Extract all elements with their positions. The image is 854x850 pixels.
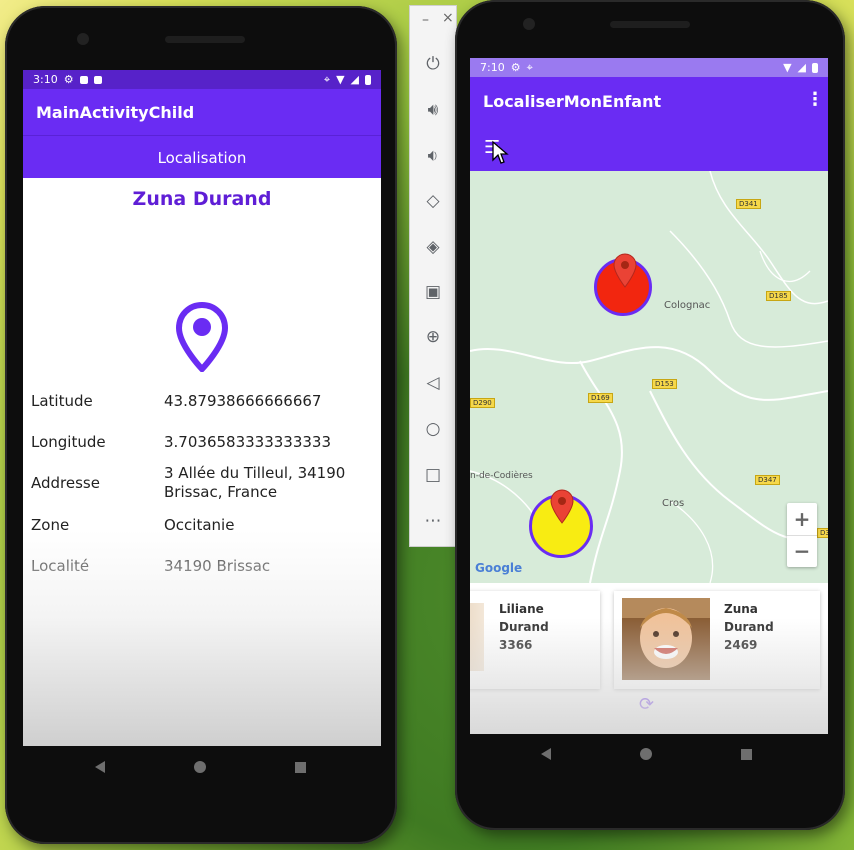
- address-label: Addresse: [31, 474, 100, 492]
- child-last-name: Durand: [724, 620, 774, 634]
- minimize-button[interactable]: –: [422, 12, 429, 28]
- road-label: D3: [817, 528, 828, 538]
- wifi-icon: ▼: [783, 61, 792, 74]
- child-first-name: Zuna: [724, 602, 758, 616]
- camera-icon[interactable]: ▣: [410, 277, 456, 307]
- sd-card-icon: [93, 75, 102, 84]
- notification-icon: [79, 75, 88, 84]
- volume-down-icon[interactable]: 🔉︎: [410, 141, 456, 171]
- overview-icon[interactable]: □: [410, 460, 456, 490]
- home-icon[interactable]: [193, 761, 206, 773]
- child-photo: [470, 603, 484, 671]
- locality-value: 34190 Brissac: [164, 557, 271, 575]
- child-card[interactable]: Zuna Durand 2469: [614, 591, 820, 689]
- app-bar: MainActivityChild: [23, 89, 381, 135]
- road-label: D341: [736, 199, 761, 209]
- wifi-icon: ▼: [336, 73, 345, 86]
- more-icon[interactable]: ⋯: [410, 506, 456, 536]
- power-icon[interactable]: ⏻: [410, 49, 456, 79]
- place-label: Cros: [662, 498, 685, 509]
- locality-label: Localité: [31, 557, 90, 575]
- child-photo: [622, 598, 710, 680]
- speaker-grille: [165, 36, 245, 43]
- map-view[interactable]: D341 D185 D153 D169 D290 D347 D3 Cologna…: [470, 171, 828, 583]
- recents-icon[interactable]: [740, 748, 752, 760]
- road-label: D169: [588, 393, 613, 403]
- latitude-label: Latitude: [31, 392, 93, 410]
- close-button[interactable]: ×: [442, 10, 454, 26]
- place-label: Colognac: [664, 300, 711, 311]
- child-info: Liliane Durand 3366: [499, 600, 549, 654]
- zone-label: Zone: [31, 516, 70, 534]
- map-pin-icon[interactable]: [550, 489, 574, 525]
- back-icon[interactable]: [94, 761, 105, 773]
- road-label: D290: [470, 398, 495, 408]
- emulator-toolbar: – × ⏻ 🔊︎ 🔉︎ ◇ ◈ ▣ ⊕ ◁ ○ □ ⋯: [409, 5, 457, 547]
- app-title: MainActivityChild: [36, 103, 195, 122]
- zoom-icon[interactable]: ⊕: [410, 322, 456, 352]
- address-value: 3 Allée du Tilleul, 34190 Brissac, Franc…: [164, 464, 364, 502]
- map-roads: [470, 171, 828, 583]
- overflow-menu-icon[interactable]: ⋮: [806, 89, 824, 110]
- address-line2: Brissac, France: [164, 483, 278, 501]
- refresh-icon[interactable]: ⟳: [639, 694, 654, 715]
- child-code: 3366: [499, 638, 533, 652]
- location-pin-icon: [176, 302, 228, 372]
- latitude-value: 43.87938666666667: [164, 392, 322, 410]
- left-screen: 3:10 ⚙ ⌖ ▼ ◢ MainActivityChild Localisat…: [23, 70, 381, 746]
- status-time: 7:10: [480, 61, 505, 74]
- signal-icon: ◢: [797, 61, 806, 74]
- rotate-right-icon[interactable]: ◈: [410, 232, 456, 262]
- status-bar: 7:10 ⚙ ⌖ ▼ ◢: [470, 58, 828, 77]
- speaker-grille: [610, 21, 690, 28]
- right-nav-bar: [496, 744, 796, 764]
- road-label: D153: [652, 379, 677, 389]
- back-icon[interactable]: ◁: [410, 368, 456, 398]
- signal-icon: ◢: [350, 73, 359, 86]
- child-last-name: Durand: [499, 620, 549, 634]
- right-screen: 7:10 ⚙ ⌖ ▼ ◢ LocaliserMonEnfant ⋮ ☰ D341…: [470, 58, 828, 734]
- child-name: Zuna Durand: [132, 188, 272, 210]
- battery-icon: [365, 74, 371, 85]
- address-line1: 3 Allée du Tilleul, 34190: [164, 464, 346, 482]
- status-bar: 3:10 ⚙ ⌖ ▼ ◢: [23, 70, 381, 89]
- rotate-left-icon[interactable]: ◇: [410, 186, 456, 216]
- longitude-label: Longitude: [31, 433, 106, 451]
- location-icon: ⌖: [526, 60, 533, 74]
- zoom-controls: + −: [787, 503, 817, 567]
- child-code: 2469: [724, 638, 758, 652]
- recents-icon[interactable]: [294, 761, 306, 773]
- left-nav-bar: [50, 757, 350, 777]
- location-icon: ⌖: [323, 72, 331, 86]
- google-attribution: Google: [475, 561, 523, 575]
- zoom-out-button[interactable]: −: [787, 536, 817, 567]
- map-pin-icon[interactable]: [613, 253, 637, 289]
- road-label: D185: [766, 291, 791, 301]
- gear-icon: ⚙: [510, 61, 521, 74]
- app-bar: LocaliserMonEnfant ⋮ ☰: [470, 77, 828, 171]
- longitude-value: 3.7036583333333333: [164, 433, 332, 451]
- app-title: LocaliserMonEnfant: [483, 92, 662, 111]
- gear-icon: ⚙: [63, 73, 74, 86]
- status-time: 3:10: [33, 73, 58, 86]
- home-icon[interactable]: [639, 748, 652, 760]
- home-icon[interactable]: ○: [410, 414, 456, 444]
- zone-value: Occitanie: [164, 516, 235, 534]
- zoom-in-button[interactable]: +: [787, 503, 817, 536]
- back-icon[interactable]: [540, 748, 551, 760]
- child-card[interactable]: Liliane Durand 3366: [470, 591, 600, 689]
- tab-label: Localisation: [157, 149, 247, 167]
- place-label: n-de-Codières: [470, 471, 533, 481]
- mouse-cursor-icon: [492, 140, 509, 164]
- child-info: Zuna Durand 2469: [724, 600, 774, 654]
- road-label: D347: [755, 475, 780, 485]
- child-first-name: Liliane: [499, 602, 544, 616]
- front-camera: [523, 18, 535, 30]
- front-camera: [77, 33, 89, 45]
- volume-up-icon[interactable]: 🔊︎: [410, 95, 456, 125]
- battery-icon: [812, 62, 818, 73]
- tab-localisation[interactable]: Localisation: [23, 135, 381, 178]
